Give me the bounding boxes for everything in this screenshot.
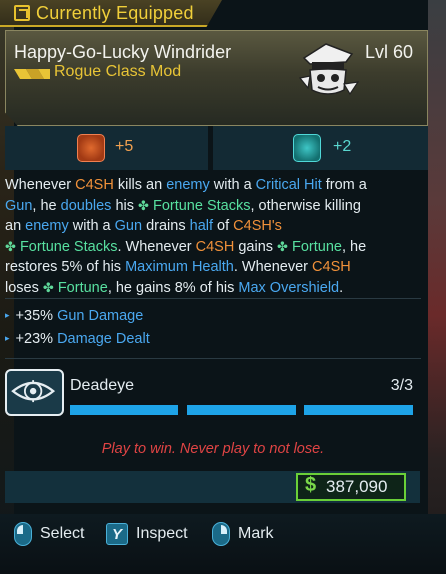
item-level: Lvl 60 bbox=[364, 42, 413, 62]
mark-prompt[interactable]: Mark bbox=[212, 522, 274, 546]
perk-progress-segment bbox=[187, 405, 296, 415]
key-y-icon: Y bbox=[106, 523, 128, 545]
equipped-check-icon bbox=[14, 5, 30, 21]
flavor-text: Play to win. Never play to not lose. bbox=[101, 441, 325, 457]
equipped-tab: Currently Equipped bbox=[0, 0, 222, 27]
perk-progress-segment bbox=[304, 405, 413, 415]
price-value: 387,090 bbox=[326, 477, 388, 496]
mouse-left-icon bbox=[14, 522, 32, 546]
perk-progress-segment bbox=[70, 405, 178, 415]
eye-target-icon bbox=[5, 369, 64, 416]
bullet-arrow-icon: ▸ bbox=[5, 310, 10, 320]
perk-count: 3/3 bbox=[390, 377, 413, 394]
divider bbox=[5, 298, 421, 299]
bonus-line: ▸ +35% Gun Damage bbox=[5, 308, 144, 324]
clover-icon: ✤ bbox=[138, 197, 149, 213]
perk-name: Deadeye bbox=[70, 377, 135, 394]
item-name: Happy-Go-Lucky Windrider bbox=[14, 42, 232, 62]
stat-row: +5 +2 bbox=[5, 126, 428, 170]
prompt-label: Inspect bbox=[136, 525, 188, 542]
c4sh-portrait-icon bbox=[298, 43, 360, 96]
stat-box-left: +5 bbox=[5, 126, 208, 170]
stat-value: +5 bbox=[115, 138, 134, 155]
currency-icon: $ bbox=[305, 474, 317, 496]
clover-icon: ✤ bbox=[277, 238, 288, 254]
background-right bbox=[428, 0, 446, 574]
clover-icon: ✤ bbox=[5, 238, 16, 254]
rarity-chevrons-icon bbox=[14, 69, 50, 79]
inspect-prompt[interactable]: Y Inspect bbox=[106, 522, 188, 546]
prompt-label: Mark bbox=[238, 525, 274, 542]
select-prompt[interactable]: Select bbox=[14, 522, 84, 546]
stat-box-right: +2 bbox=[213, 126, 428, 170]
bonus-line: ▸ +23% Damage Dealt bbox=[5, 331, 150, 347]
mouse-right-icon bbox=[212, 522, 230, 546]
tab-label: Currently Equipped bbox=[36, 3, 194, 23]
clover-icon: ✤ bbox=[42, 279, 54, 295]
item-class: Rogue Class Mod bbox=[54, 63, 182, 80]
skull-badge-icon bbox=[77, 134, 105, 162]
stat-value: +2 bbox=[333, 138, 352, 155]
divider bbox=[5, 358, 421, 359]
prompt-label: Select bbox=[40, 525, 85, 542]
teal-splash-icon bbox=[293, 134, 321, 162]
item-description: Whenever C4SH kills an enemy with a Crit… bbox=[5, 177, 367, 296]
bullet-arrow-icon: ▸ bbox=[5, 333, 10, 343]
